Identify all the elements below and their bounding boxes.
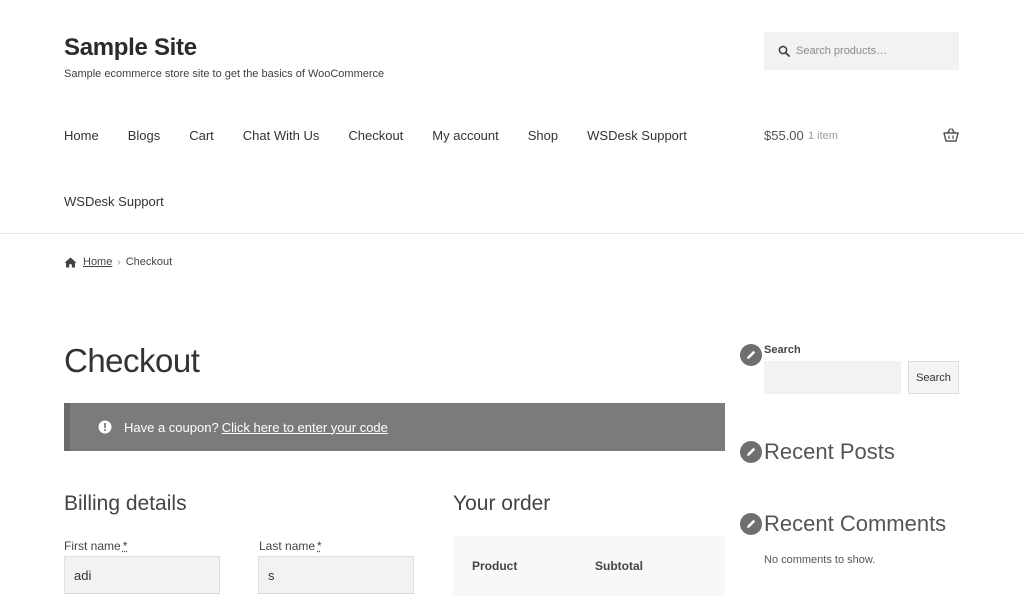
recent-comments-title: Recent Comments: [764, 511, 947, 536]
nav-item-wsdesk-support[interactable]: WSDesk Support: [587, 128, 687, 143]
cart-amount[interactable]: $55.00: [764, 128, 804, 143]
pencil-icon: [740, 344, 762, 366]
last-name-label-text: Last name: [259, 539, 316, 553]
required-mark: *: [122, 539, 128, 553]
header-search-input[interactable]: [796, 45, 946, 57]
header-search-box[interactable]: [764, 32, 959, 70]
recent-posts-title: Recent Posts: [764, 439, 895, 464]
widget-search-button[interactable]: Search: [908, 361, 959, 394]
nav-item-wsdesk-support-secondary[interactable]: WSDesk Support: [64, 194, 164, 209]
header-divider: [0, 233, 1024, 234]
breadcrumb-current: Checkout: [125, 256, 173, 268]
billing-heading: Billing details: [64, 492, 187, 515]
info-icon: [98, 420, 112, 434]
basket-icon[interactable]: [943, 128, 959, 142]
coupon-text: Have a coupon?: [124, 419, 219, 435]
widget-search-input[interactable]: [764, 361, 901, 394]
cart-count[interactable]: 1 item: [808, 130, 838, 142]
breadcrumb-separator: ›: [117, 256, 121, 268]
no-comments-text: No comments to show.: [764, 554, 876, 566]
last-name-field[interactable]: [258, 556, 414, 594]
coupon-link[interactable]: Click here to enter your code: [222, 420, 388, 435]
nav-item-my-account[interactable]: My account: [432, 128, 498, 143]
breadcrumb: Home › Checkout: [64, 256, 172, 268]
widget-search-label: Search: [764, 344, 801, 356]
nav-item-chat-with-us[interactable]: Chat With Us: [243, 128, 320, 143]
pencil-icon: [740, 441, 762, 463]
primary-nav: Home Blogs Cart Chat With Us Checkout My…: [64, 128, 716, 143]
nav-item-cart[interactable]: Cart: [189, 128, 214, 143]
last-name-label: Last name *: [259, 539, 322, 553]
first-name-label: First name *: [64, 539, 127, 553]
coupon-notice: Have a coupon? Click here to enter your …: [64, 403, 725, 451]
nav-item-home[interactable]: Home: [64, 128, 99, 143]
home-icon: [64, 257, 77, 267]
breadcrumb-home-link[interactable]: Home: [83, 256, 112, 268]
first-name-label-text: First name: [64, 539, 121, 553]
page-title: Checkout: [64, 342, 200, 379]
order-col-product: Product: [472, 559, 518, 573]
first-name-field[interactable]: [64, 556, 220, 594]
order-col-subtotal: Subtotal: [595, 559, 643, 573]
nav-item-shop[interactable]: Shop: [528, 128, 558, 143]
required-mark: *: [317, 539, 322, 553]
pencil-icon: [740, 513, 762, 535]
site-title[interactable]: Sample Site: [64, 34, 197, 62]
nav-item-checkout[interactable]: Checkout: [348, 128, 403, 143]
order-heading: Your order: [453, 492, 551, 515]
site-tagline: Sample ecommerce store site to get the b…: [64, 68, 385, 80]
nav-item-blogs[interactable]: Blogs: [128, 128, 161, 143]
search-icon: [778, 45, 790, 57]
